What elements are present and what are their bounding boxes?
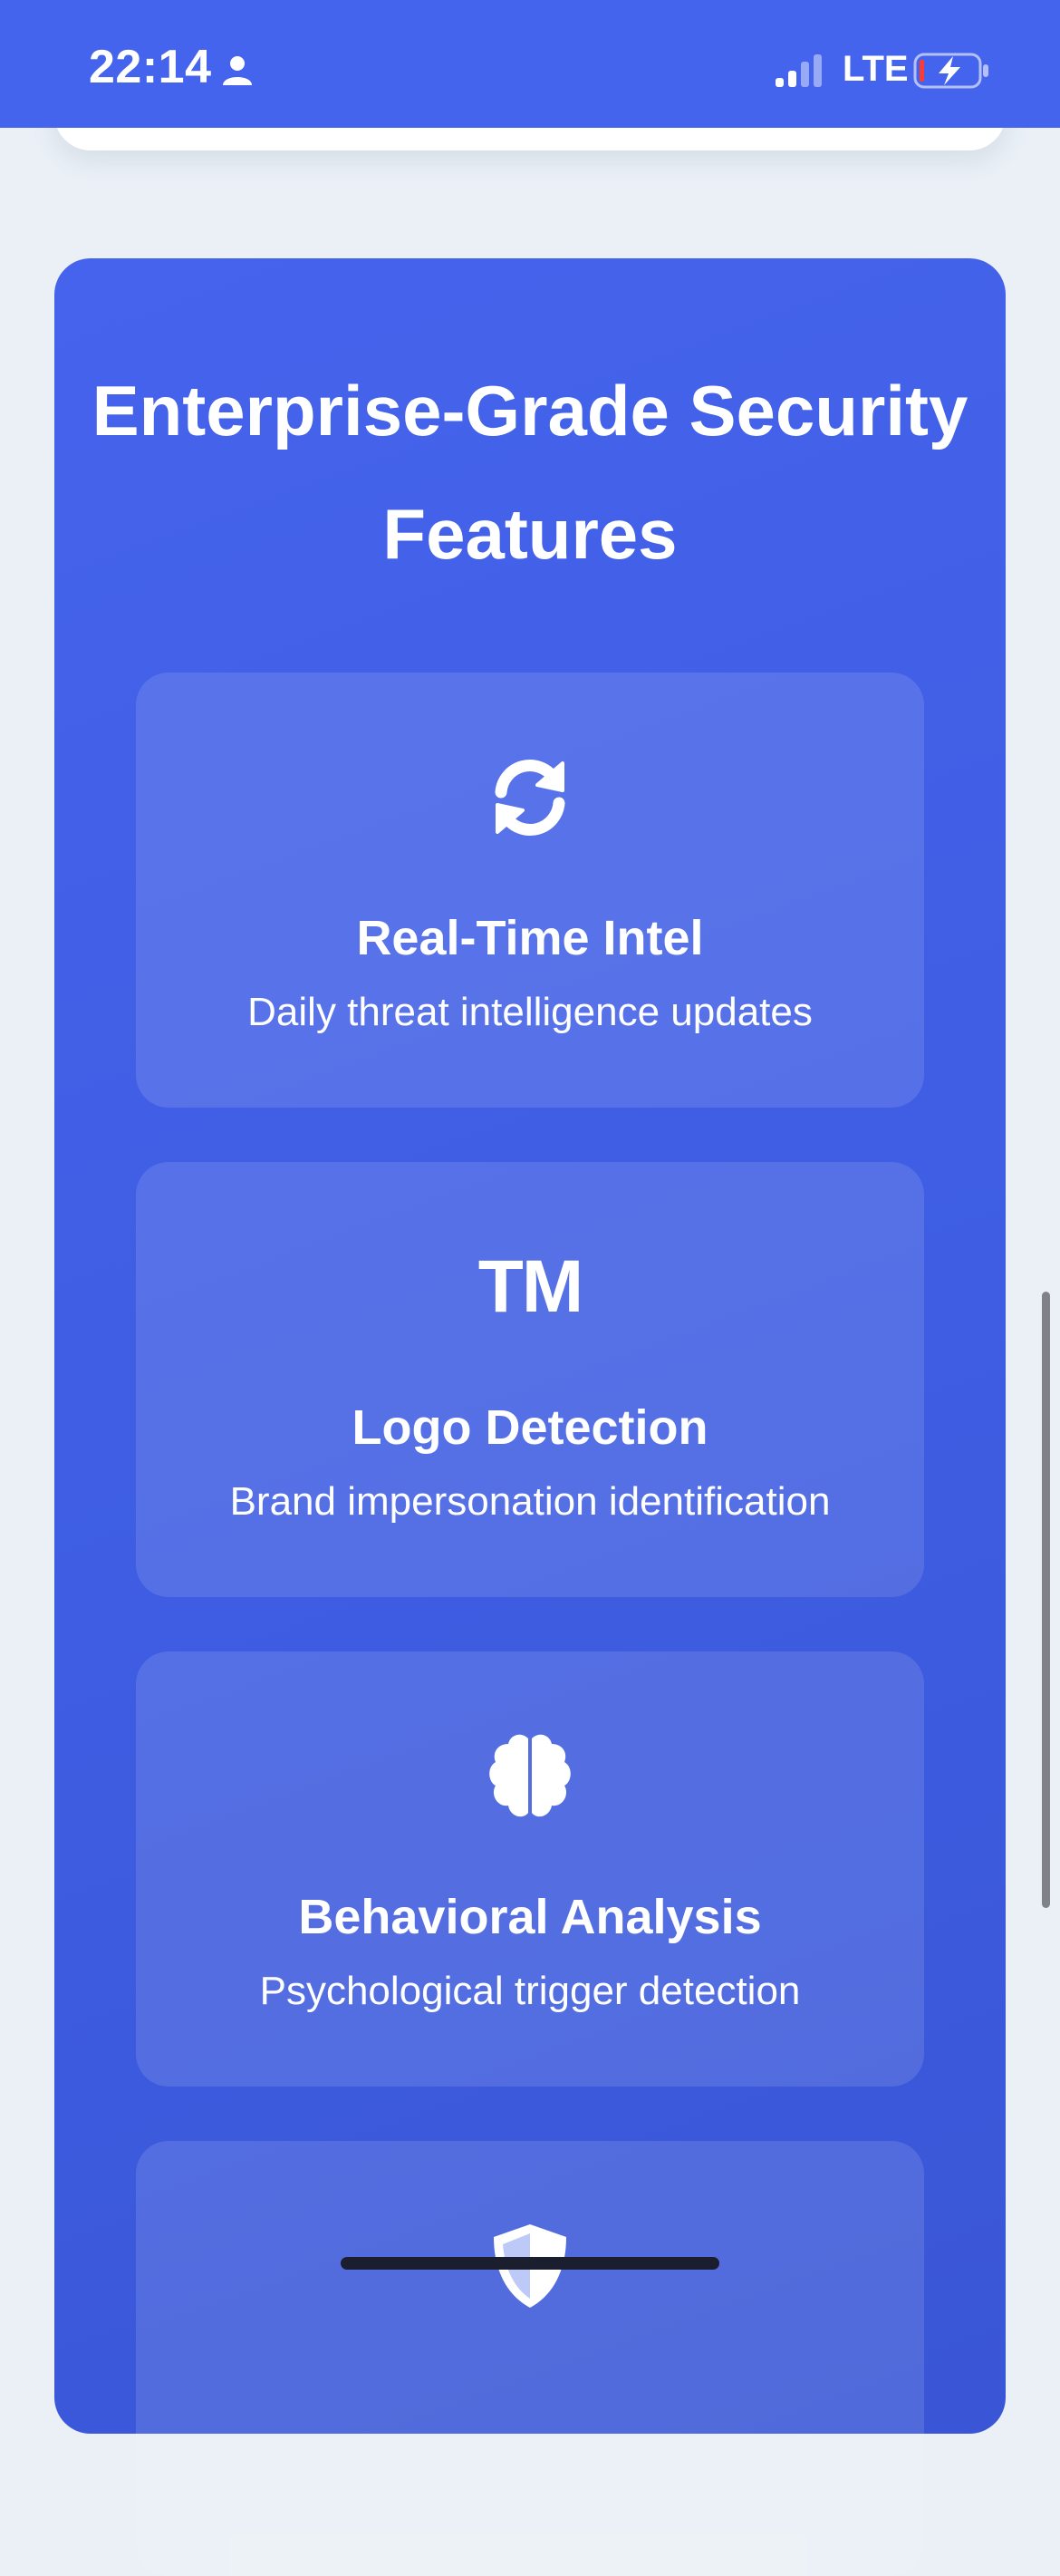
brain-icon bbox=[489, 1734, 571, 1817]
feature-card-behavioral-analysis: Behavioral Analysis Psychological trigge… bbox=[136, 1651, 924, 2087]
home-indicator[interactable] bbox=[341, 2257, 719, 2270]
feature-description: Psychological trigger detection bbox=[259, 1969, 801, 2013]
status-bar: 22:14 LTE bbox=[0, 0, 1060, 128]
battery-charging-icon bbox=[913, 53, 988, 89]
feature-description: Daily threat intelligence updates bbox=[247, 990, 813, 1034]
section-title: Enterprise-Grade Security Features bbox=[92, 371, 968, 574]
feature-title: Real-Time Intel bbox=[356, 911, 704, 965]
feature-title: Logo Detection bbox=[352, 1400, 708, 1455]
trademark-icon: TM bbox=[477, 1245, 583, 1328]
status-time: 22:14 bbox=[89, 41, 212, 93]
network-type-label: LTE bbox=[843, 49, 909, 89]
feature-card-real-time-intel: Real-Time Intel Daily threat intelligenc… bbox=[136, 673, 924, 1108]
feature-description: Brand impersonation identification bbox=[229, 1479, 831, 1524]
feature-card-logo-detection: TM Logo Detection Brand impersonation id… bbox=[136, 1162, 924, 1597]
refresh-icon bbox=[495, 760, 565, 836]
security-features-section: Enterprise-Grade Security Features Real-… bbox=[54, 258, 1006, 2576]
signal-icon bbox=[776, 54, 822, 87]
feature-card-partial bbox=[136, 2141, 924, 2576]
feature-title: Behavioral Analysis bbox=[298, 1890, 762, 1944]
person-icon bbox=[223, 56, 252, 85]
vertical-scrollbar[interactable] bbox=[1042, 1292, 1050, 1908]
